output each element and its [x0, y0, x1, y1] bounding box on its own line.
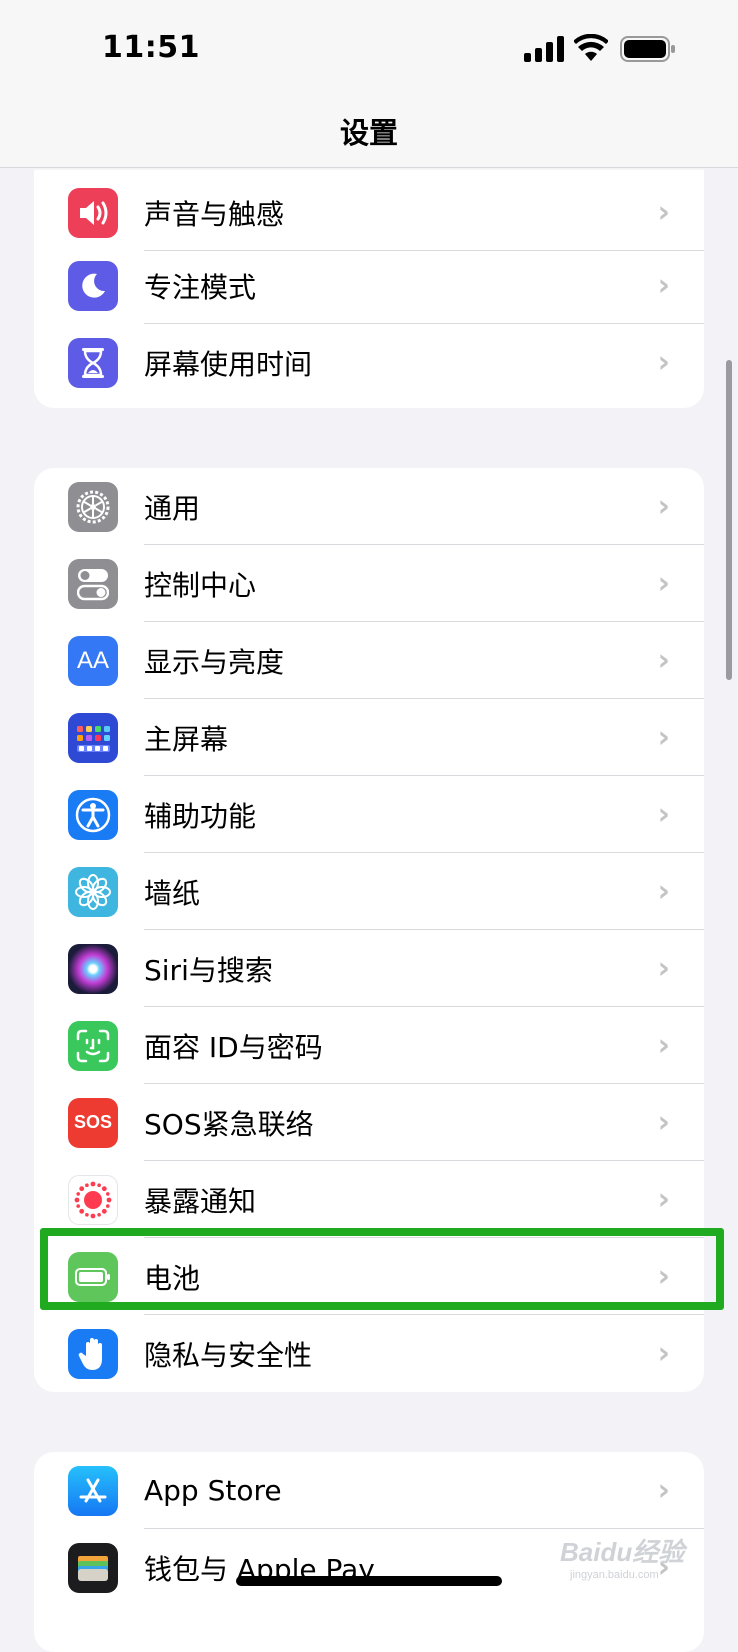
- moon-icon: [68, 260, 118, 311]
- row-focus[interactable]: 专注模式 ›: [34, 247, 704, 324]
- row-wallpaper[interactable]: 墙纸 ›: [34, 853, 704, 930]
- chevron-right-icon: ›: [657, 797, 670, 832]
- row-face-id-passcode[interactable]: 面容 ID与密码 ›: [34, 1007, 704, 1084]
- row-label: 控制中心: [144, 568, 257, 602]
- accessibility-icon: [68, 789, 118, 840]
- chevron-right-icon: ›: [657, 195, 670, 230]
- row-exposure-notifications[interactable]: 暴露通知 ›: [34, 1161, 704, 1238]
- wallet-icon: [68, 1542, 118, 1593]
- row-label: 主屏幕: [144, 722, 229, 756]
- chevron-right-icon: ›: [657, 874, 670, 909]
- battery-status-icon: [620, 36, 675, 62]
- chevron-right-icon: ›: [657, 1182, 670, 1217]
- row-accessibility[interactable]: 辅助功能 ›: [34, 776, 704, 853]
- row-home-screen[interactable]: 主屏幕 ›: [34, 699, 704, 776]
- row-label: SOS紧急联络: [144, 1107, 314, 1141]
- row-label: 墙纸: [144, 876, 201, 910]
- row-emergency-sos[interactable]: SOS SOS紧急联络 ›: [34, 1084, 704, 1161]
- row-label: 声音与触感: [144, 197, 285, 231]
- status-time: 11:51: [102, 30, 200, 65]
- watermark-sub-text: jingyan.baidu.com: [570, 1569, 659, 1581]
- text-size-icon: AA: [68, 635, 118, 686]
- row-label: 辅助功能: [144, 799, 257, 833]
- gear-icon: [68, 481, 118, 532]
- toggles-icon: [68, 558, 118, 609]
- chevron-right-icon: ›: [657, 345, 670, 380]
- row-label: Siri与搜索: [144, 953, 273, 987]
- page-title: 设置: [339, 116, 398, 150]
- row-privacy-security[interactable]: 隐私与安全性 ›: [34, 1315, 704, 1392]
- exposure-icon: [68, 1174, 118, 1225]
- chevron-right-icon: ›: [657, 951, 670, 986]
- hand-icon: [68, 1328, 118, 1379]
- chevron-right-icon: ›: [657, 1105, 670, 1140]
- row-label: 面容 ID与密码: [144, 1030, 323, 1064]
- row-app-store[interactable]: App Store ›: [34, 1452, 704, 1529]
- chevron-right-icon: ›: [657, 1473, 670, 1508]
- row-label: 屏幕使用时间: [144, 347, 313, 381]
- app-store-icon: [68, 1465, 118, 1516]
- sos-icon: SOS: [68, 1097, 118, 1148]
- chevron-right-icon: ›: [657, 489, 670, 524]
- row-screen-time[interactable]: 屏幕使用时间 ›: [34, 324, 704, 401]
- row-control-center[interactable]: 控制中心 ›: [34, 545, 704, 622]
- row-sounds[interactable]: 声音与触感 ›: [34, 174, 704, 251]
- scroll-indicator[interactable]: [726, 360, 732, 680]
- face-id-icon: [68, 1020, 118, 1071]
- chevron-right-icon: ›: [657, 643, 670, 678]
- home-grid-icon: [68, 712, 118, 763]
- row-label: App Store: [144, 1474, 282, 1507]
- watermark-main-text: Baidu经验: [560, 1537, 685, 1567]
- wifi-icon: [574, 34, 608, 61]
- chevron-right-icon: ›: [657, 566, 670, 601]
- row-label: 隐私与安全性: [144, 1338, 313, 1372]
- chevron-right-icon: ›: [657, 268, 670, 303]
- status-nav-bar: 11:51 设置: [0, 0, 738, 168]
- row-general[interactable]: 通用 ›: [34, 468, 704, 545]
- settings-group-1: 声音与触感 › 专注模式 › 屏幕使用时间 ›: [34, 170, 704, 408]
- siri-icon: [68, 943, 118, 994]
- row-label: 专注模式: [144, 270, 257, 304]
- baidu-watermark: Baidu经验 jingyan.baidu.com: [560, 1532, 720, 1592]
- row-label: 显示与亮度: [144, 645, 285, 679]
- chevron-right-icon: ›: [657, 720, 670, 755]
- home-indicator[interactable]: [236, 1576, 502, 1586]
- row-display-brightness[interactable]: AA 显示与亮度 ›: [34, 622, 704, 699]
- chevron-right-icon: ›: [657, 1028, 670, 1063]
- row-siri-search[interactable]: Siri与搜索 ›: [34, 930, 704, 1007]
- flower-icon: [68, 866, 118, 917]
- row-label: 通用: [144, 491, 201, 525]
- row-label: 暴露通知: [144, 1184, 257, 1218]
- chevron-right-icon: ›: [657, 1336, 670, 1371]
- hourglass-icon: [68, 337, 118, 388]
- battery-row-highlight: [40, 1228, 724, 1310]
- speaker-icon: [68, 187, 118, 238]
- cellular-signal-icon: [524, 36, 564, 62]
